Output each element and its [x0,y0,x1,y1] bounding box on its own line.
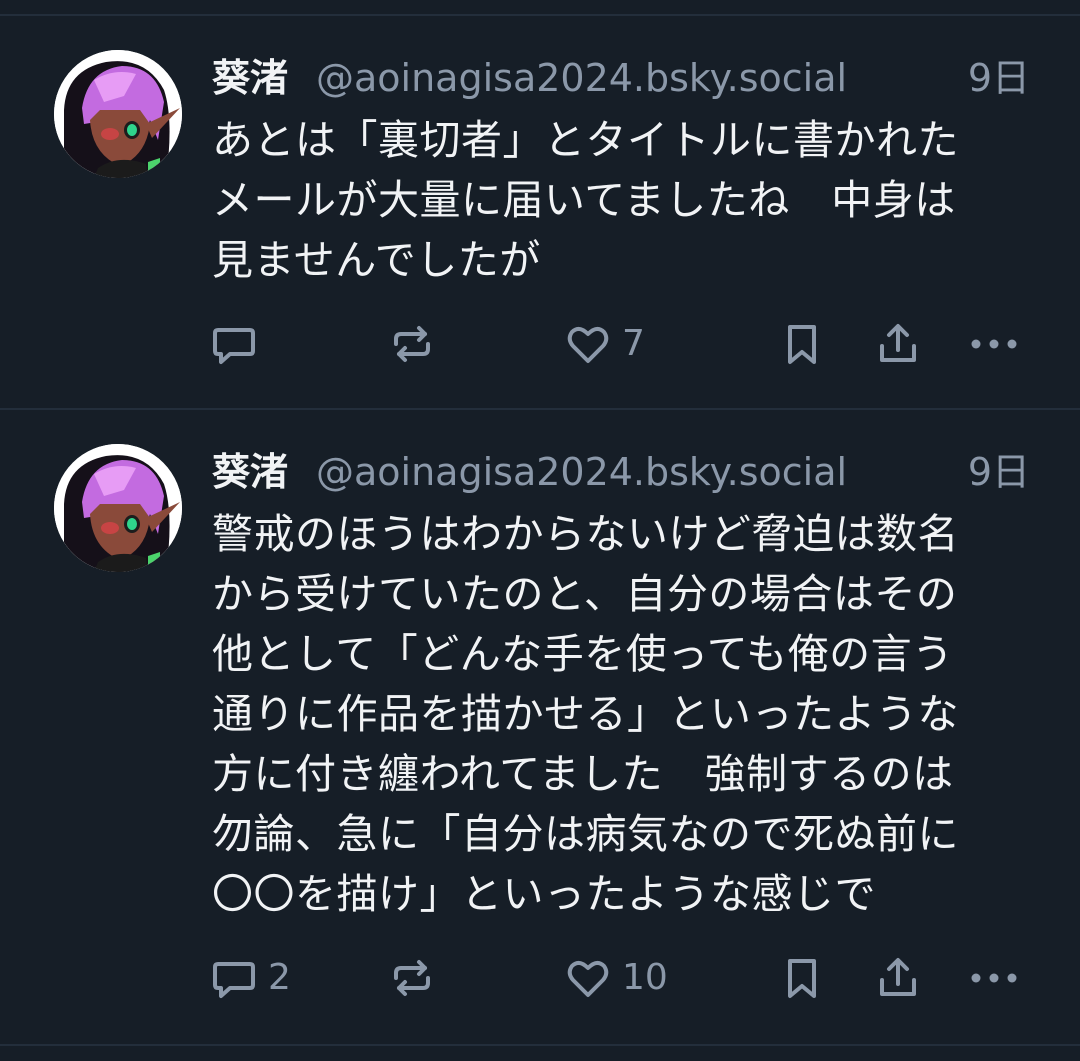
bookmark-button[interactable] [778,316,826,372]
share-button[interactable] [874,316,922,372]
like-button[interactable]: 7 [564,316,645,372]
like-count: 7 [622,323,645,364]
post-timestamp[interactable]: 9日 [968,448,1030,496]
repost-arrows-icon [394,326,430,362]
bookmark-button[interactable] [778,950,826,1006]
author-handle[interactable]: @aoinagisa2024.bsky.social [316,448,847,496]
post-feed: 葵渚 @aoinagisa2024.bsky.social 9日 あとは「裏切者… [0,0,1080,1061]
post-text-line: 警戒のほうはわからないけど脅迫は数名 [212,510,959,558]
divider [0,1044,1080,1046]
post-header: 葵渚 @aoinagisa2024.bsky.social 9日 [212,50,1042,110]
author-display-name[interactable]: 葵渚 [212,448,288,496]
avatar-image [54,444,182,572]
reply-button[interactable]: 2 [210,950,291,1006]
divider [0,14,1080,16]
like-button[interactable]: 10 [564,950,668,1006]
more-options-button[interactable] [968,316,1020,372]
post-text-line: 見ませんでしたが [212,236,541,284]
ellipsis-icon [971,339,1017,349]
avatar-image [54,50,182,178]
heart-icon [567,961,609,997]
avatar[interactable] [54,444,182,572]
post-timestamp[interactable]: 9日 [968,54,1030,102]
bookmark-icon [788,325,816,364]
post-text-line: あとは「裏切者」とタイトルに書かれた [212,116,959,164]
post-text-line: から受けていたのと、自分の場合はその [212,570,958,618]
post-text-line: 通りに作品を描かせる」といったような [212,690,959,738]
bookmark-icon [788,959,816,998]
post-text-line: 他として「どんな手を使っても俺の言う [212,630,954,678]
post-text: 警戒のほうはわからないけど脅迫は数名 から受けていたのと、自分の場合はその 他と… [212,504,1042,924]
reply-button[interactable] [210,316,268,372]
divider [0,408,1080,410]
post-actions: 2 10 [0,950,1080,1006]
like-count: 10 [622,957,668,998]
share-upload-icon [880,324,916,362]
post-text: あとは「裏切者」とタイトルに書かれた メールが大量に届いてましたね 中身は 見ま… [212,110,1042,290]
repost-button[interactable] [388,316,446,372]
post-actions: 7 [0,316,1080,372]
post-header: 葵渚 @aoinagisa2024.bsky.social 9日 [212,444,1042,504]
post-2[interactable]: 葵渚 @aoinagisa2024.bsky.social 9日 警戒のほうはわ… [0,444,1080,1024]
author-handle[interactable]: @aoinagisa2024.bsky.social [316,54,847,102]
avatar[interactable] [54,50,182,178]
share-button[interactable] [874,950,922,1006]
reply-count: 2 [268,957,291,998]
ellipsis-icon [971,973,1017,983]
post-text-line: 〇〇を描け」といったような感じで [212,870,876,918]
more-options-button[interactable] [968,950,1020,1006]
heart-icon [567,327,609,363]
author-display-name[interactable]: 葵渚 [212,54,288,102]
repost-arrows-icon [394,960,430,996]
post-text-line: 勿論、急に「自分は病気なので死ぬ前に [212,810,959,858]
post-text-line: 方に付き纏われてました 強制するのは [212,750,954,798]
speech-bubble-icon [213,328,255,364]
repost-button[interactable] [388,950,446,1006]
share-upload-icon [880,958,916,996]
post-text-line: メールが大量に届いてましたね 中身は [212,176,956,224]
post-1[interactable]: 葵渚 @aoinagisa2024.bsky.social 9日 あとは「裏切者… [0,50,1080,400]
speech-bubble-icon [213,962,255,998]
